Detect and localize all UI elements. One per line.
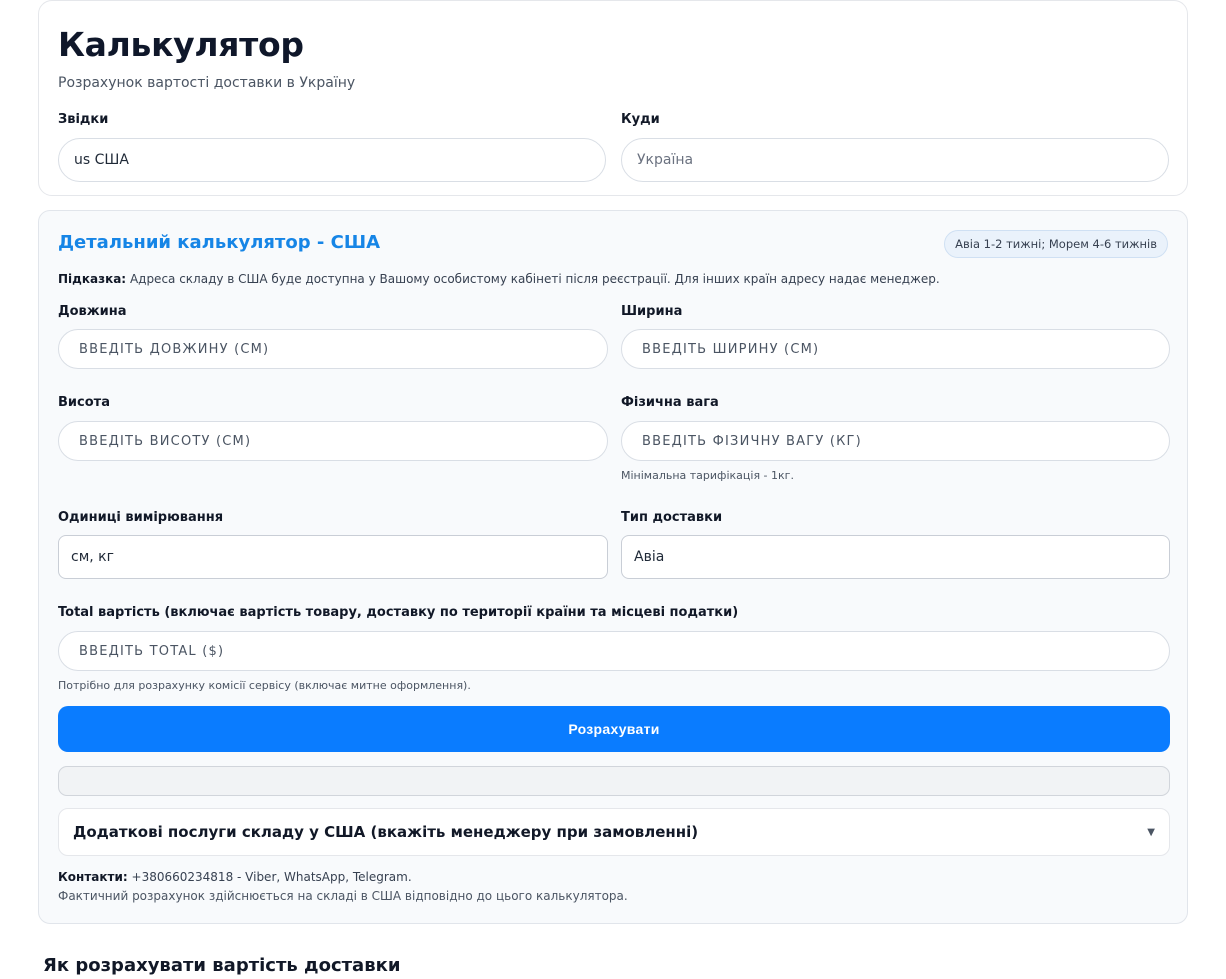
contacts-label: Контакти: (58, 870, 128, 884)
extra-services-toggle[interactable]: Додаткові послуги складу у США (вкажіть … (58, 808, 1170, 856)
to-label: Куди (621, 112, 660, 127)
height-label: Висота (58, 395, 110, 410)
calculator-title: Детальний калькулятор - США (58, 232, 380, 253)
route-card: Калькулятор Розрахунок вартості доставки… (38, 0, 1188, 196)
total-note: Потрібно для розрахунку комісії сервісу … (58, 679, 471, 692)
from-label: Звідки (58, 112, 109, 127)
to-input[interactable]: Україна (621, 138, 1169, 182)
page-subtitle: Розрахунок вартості доставки в Україну (58, 75, 356, 91)
contacts: Контакти: +380660234818 - Viber, WhatsAp… (58, 870, 412, 884)
page-title: Калькулятор (58, 25, 304, 64)
total-input[interactable]: Введіть Total ($) (58, 631, 1170, 671)
width-label: Ширина (621, 304, 683, 319)
hint: Підказка: Адреса складу в США буде досту… (58, 272, 940, 286)
length-input[interactable]: Введіть довжину (см) (58, 329, 608, 369)
width-input[interactable]: Введіть ширину (см) (621, 329, 1170, 369)
calculate-button[interactable]: Розрахувати (58, 706, 1170, 752)
delivery-time-badge: Авіа 1-2 тижні; Морем 4-6 тижнів (944, 230, 1168, 258)
weight-note: Мінімальна тарифікація - 1кг. (621, 469, 794, 482)
calculation-note: Фактичний розрахунок здійснюється на скл… (58, 889, 628, 903)
length-label: Довжина (58, 304, 127, 319)
contacts-text: +380660234818 - Viber, WhatsApp, Telegra… (131, 870, 412, 884)
delivery-type-select[interactable]: Авіа (621, 535, 1170, 579)
hint-label: Підказка: (58, 272, 127, 286)
height-input[interactable]: Введіть висоту (см) (58, 421, 608, 461)
weight-label: Фізична вага (621, 395, 719, 410)
how-to-heading: Як розрахувати вартість доставки (43, 955, 401, 976)
extra-services-title: Додаткові послуги складу у США (вкажіть … (73, 823, 699, 841)
detailed-calculator: Детальний калькулятор - США Авіа 1-2 тиж… (38, 210, 1188, 924)
units-select[interactable]: см, кг (58, 535, 608, 579)
from-select[interactable]: us США (58, 138, 606, 182)
hint-text: Адреса складу в США буде доступна у Вашо… (129, 272, 940, 286)
delivery-type-label: Тип доставки (621, 510, 723, 525)
total-label: Total вартість (включає вартість товару,… (58, 605, 739, 620)
weight-input[interactable]: Введіть фізичну вагу (кг) (621, 421, 1170, 461)
result-box (58, 766, 1170, 796)
units-label: Одиниці вимірювання (58, 510, 224, 525)
triangle-down-icon: ▼ (1147, 826, 1155, 838)
